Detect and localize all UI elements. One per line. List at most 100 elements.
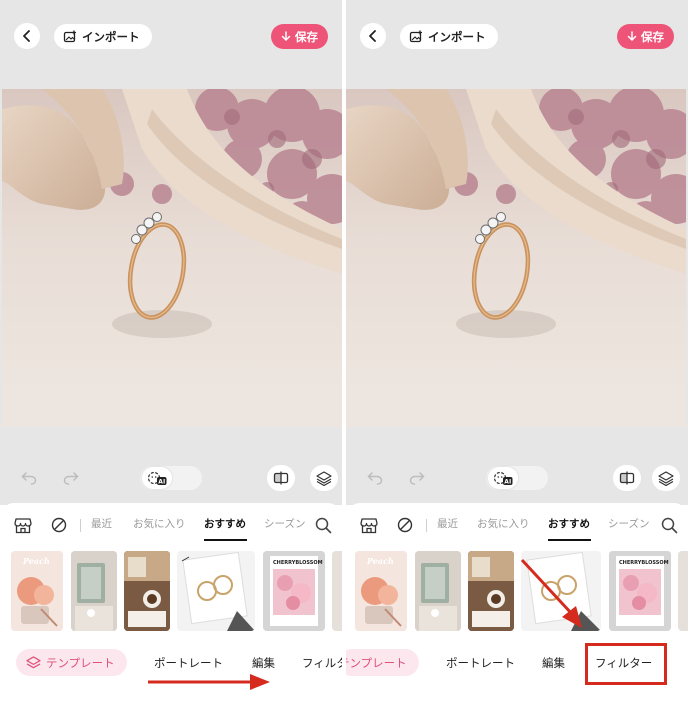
- ai-face-icon: AI: [493, 471, 513, 486]
- nav-template-button[interactable]: テンプレート: [346, 649, 419, 676]
- template-thumb-cherry[interactable]: CHERRYBLOSSOM: [609, 551, 671, 631]
- import-label: インポート: [82, 29, 140, 44]
- svg-text:AI: AI: [504, 479, 511, 486]
- tab-seasonal[interactable]: シーズン: [264, 516, 305, 531]
- nav-template-button[interactable]: テンプレート: [16, 649, 127, 676]
- shop-button[interactable]: [12, 514, 34, 536]
- save-label: 保存: [641, 29, 664, 44]
- template-thumb-partial[interactable]: [678, 551, 688, 631]
- ai-face-icon: AI: [147, 471, 167, 486]
- redo-icon: [409, 472, 425, 485]
- compare-icon: [273, 471, 289, 485]
- tab-recent[interactable]: 最近: [437, 516, 458, 531]
- search-icon: [315, 517, 331, 533]
- category-divider: [426, 519, 427, 532]
- filter-highlight-annotation: [585, 643, 667, 685]
- chevron-left-icon: [369, 30, 376, 42]
- undo-button[interactable]: [362, 465, 388, 491]
- nav-portrait[interactable]: ポートレート: [154, 655, 223, 671]
- tab-recent[interactable]: 最近: [91, 516, 112, 531]
- peach-thumb-text: Peach: [23, 556, 50, 566]
- active-tab-underline: [548, 539, 591, 541]
- screenshot-right: インポート 保存 AI 最近 お気に入り おすすめ シーズン Peach CHE…: [346, 0, 688, 713]
- template-thumbnails: Peach CHERRYBLOSSOM: [0, 551, 342, 631]
- peach-thumb-text: Peach: [367, 556, 394, 566]
- search-button[interactable]: [658, 514, 680, 536]
- prohibit-icon: [397, 517, 413, 533]
- redo-icon: [63, 472, 79, 485]
- editor-area: インポート 保存 AI: [0, 0, 342, 505]
- template-thumbnails: Peach CHERRYBLOSSOM: [346, 551, 688, 631]
- tab-recommended[interactable]: おすすめ: [548, 516, 590, 531]
- store-icon: [14, 517, 32, 533]
- template-sheet: 最近 お気に入り おすすめ シーズン Peach: [0, 503, 342, 713]
- nav-edit[interactable]: 編集: [542, 655, 565, 671]
- back-button[interactable]: [360, 23, 386, 49]
- save-button[interactable]: 保存: [617, 24, 674, 49]
- save-label: 保存: [295, 29, 318, 44]
- template-thumb-coffee[interactable]: [468, 551, 514, 631]
- editor-area: インポート 保存 AI: [346, 0, 688, 505]
- ai-toggle-knob: AI: [142, 467, 172, 489]
- ai-retouch-toggle[interactable]: AI: [486, 466, 548, 490]
- compare-button[interactable]: [267, 465, 295, 491]
- active-tab-underline: [204, 539, 247, 541]
- template-thumb-mirror[interactable]: [415, 551, 461, 631]
- tab-favorites[interactable]: お気に入り: [477, 516, 530, 531]
- nav-template-label: テンプレート: [46, 655, 115, 670]
- compare-icon: [619, 471, 635, 485]
- import-button[interactable]: インポート: [54, 24, 152, 49]
- compare-button[interactable]: [613, 465, 641, 491]
- layers-icon: [658, 470, 674, 486]
- template-thumb-collage[interactable]: [177, 551, 255, 631]
- layers-button[interactable]: [310, 465, 338, 491]
- download-arrow-icon: [627, 31, 637, 42]
- template-thumb-coffee[interactable]: [124, 551, 170, 631]
- template-thumb-collage[interactable]: [521, 551, 601, 631]
- no-template-button[interactable]: [48, 514, 70, 536]
- layers-icon: [316, 470, 332, 486]
- undo-icon: [367, 472, 383, 485]
- search-button[interactable]: [312, 514, 334, 536]
- ai-retouch-toggle[interactable]: AI: [140, 466, 202, 490]
- undo-icon: [21, 472, 37, 485]
- template-thumb-partial[interactable]: [332, 551, 342, 631]
- template-thumb-mirror[interactable]: [71, 551, 117, 631]
- category-tabs: 最近 お気に入り おすすめ シーズン: [0, 511, 342, 541]
- search-icon: [661, 517, 677, 533]
- image-add-icon: [63, 30, 76, 42]
- category-tabs: 最近 お気に入り おすすめ シーズン: [346, 511, 688, 541]
- template-thumb-peach[interactable]: Peach: [355, 551, 407, 631]
- redo-button[interactable]: [58, 465, 84, 491]
- template-thumb-peach[interactable]: Peach: [11, 551, 63, 631]
- redo-button[interactable]: [404, 465, 430, 491]
- import-label: インポート: [428, 29, 486, 44]
- shop-button[interactable]: [358, 514, 380, 536]
- layers-button[interactable]: [652, 465, 680, 491]
- template-thumb-cherry[interactable]: CHERRYBLOSSOM: [263, 551, 325, 631]
- layers-icon: [26, 655, 41, 668]
- save-button[interactable]: 保存: [271, 24, 328, 49]
- nav-edit[interactable]: 編集: [252, 655, 275, 671]
- screenshot-left: インポート 保存 AI 最近 お気に入り おすすめ シーズン Peach CHE…: [0, 0, 342, 713]
- svg-text:AI: AI: [158, 479, 165, 486]
- swipe-arrow-annotation: [148, 674, 270, 690]
- ai-toggle-knob: AI: [488, 467, 518, 489]
- edit-toolbar: AI: [346, 463, 688, 493]
- cherry-thumb-text: CHERRYBLOSSOM: [619, 560, 669, 566]
- cherry-thumb-text: CHERRYBLOSSOM: [273, 560, 323, 566]
- tab-recommended[interactable]: おすすめ: [204, 516, 246, 531]
- no-template-button[interactable]: [394, 514, 416, 536]
- nav-portrait[interactable]: ポートレート: [446, 655, 515, 671]
- back-button[interactable]: [14, 23, 40, 49]
- template-sheet: 最近 お気に入り おすすめ シーズン Peach: [346, 503, 688, 713]
- ring-photo: [346, 89, 686, 427]
- import-button[interactable]: インポート: [400, 24, 498, 49]
- tab-favorites[interactable]: お気に入り: [133, 516, 186, 531]
- undo-button[interactable]: [16, 465, 42, 491]
- category-divider: [80, 519, 81, 532]
- nav-filter[interactable]: フィルター: [302, 655, 342, 671]
- image-add-icon: [409, 30, 422, 42]
- tab-seasonal[interactable]: シーズン: [608, 516, 649, 531]
- ring-photo: [2, 89, 342, 427]
